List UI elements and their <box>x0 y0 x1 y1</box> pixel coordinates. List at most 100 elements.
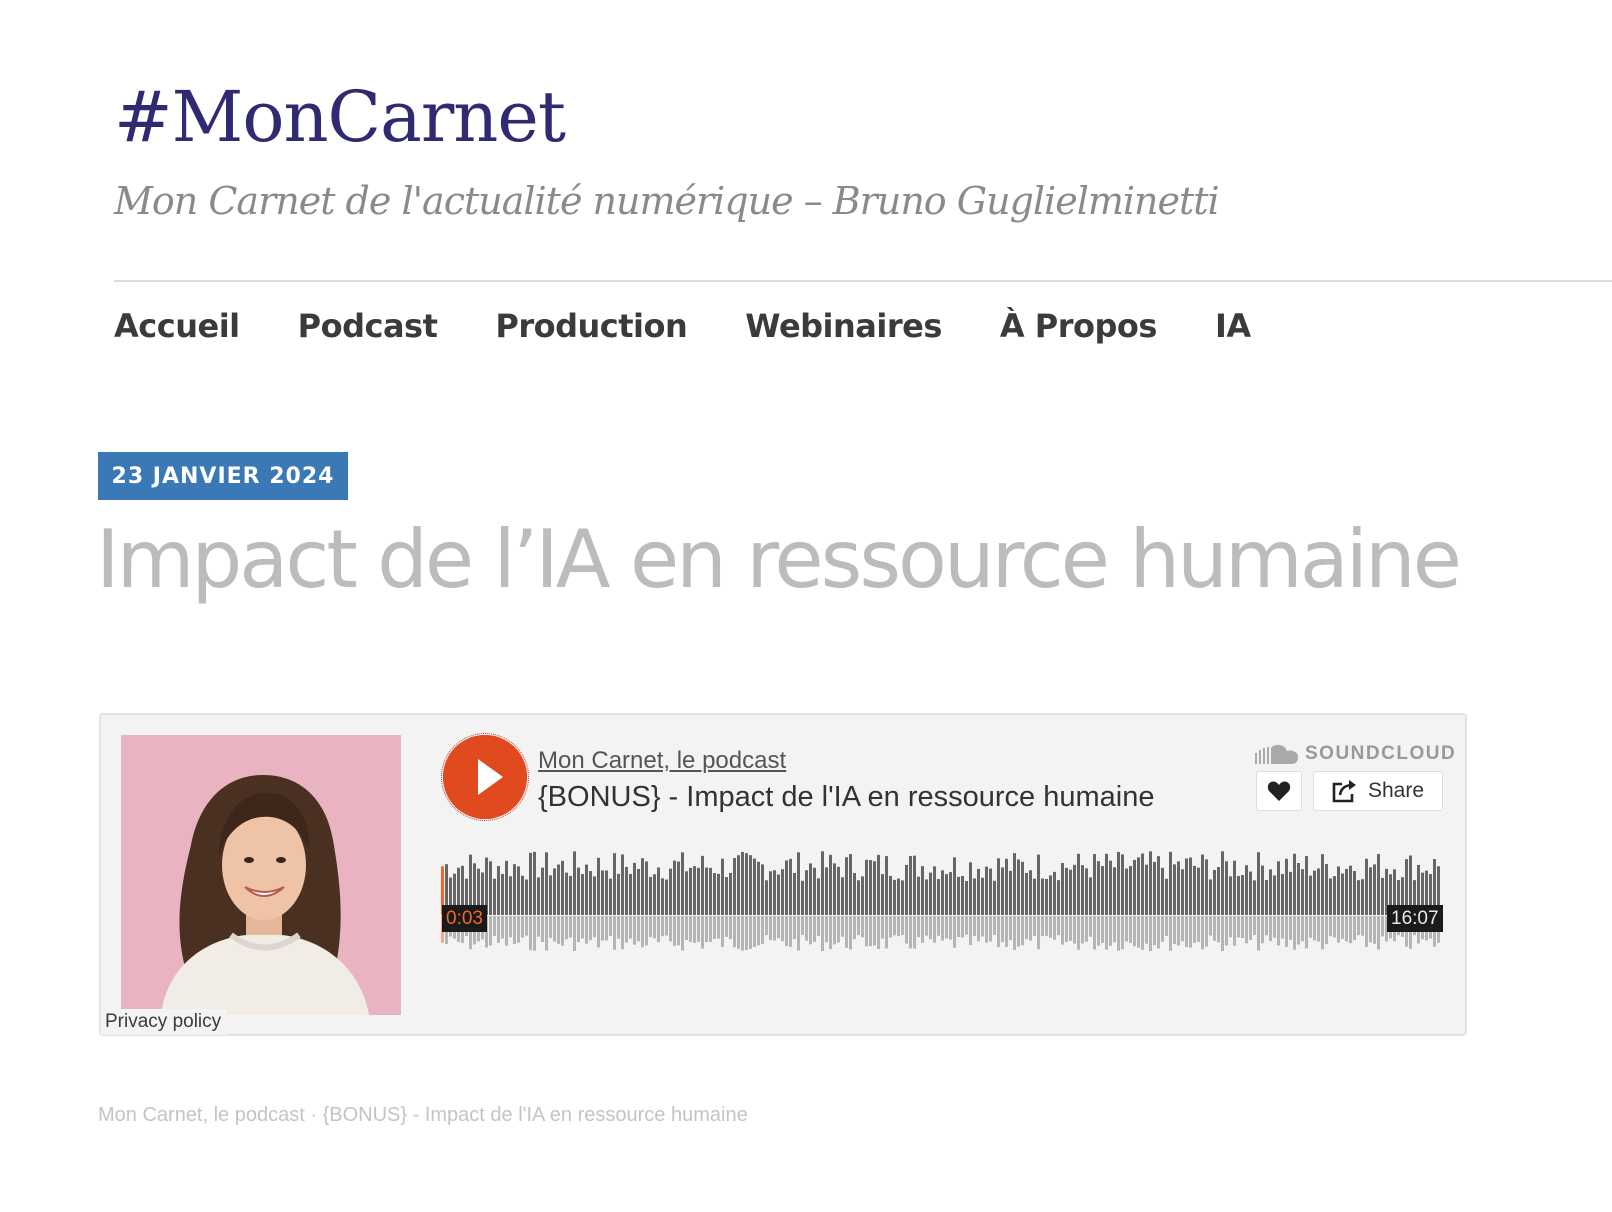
waveform-bar <box>1265 879 1268 915</box>
waveform-bar-reflection <box>1161 916 1164 942</box>
waveform-bar-reflection <box>1045 916 1048 936</box>
waveform-bar-reflection <box>1073 916 1076 944</box>
privacy-policy-link[interactable]: Privacy policy <box>101 1009 228 1035</box>
waveform-bar-reflection <box>1293 916 1296 950</box>
waveform-bar <box>1117 851 1120 915</box>
waveform-bar <box>645 861 648 915</box>
waveform-bar <box>1357 880 1360 915</box>
waveform-bar <box>1305 856 1308 915</box>
waveform-bar-reflection <box>533 916 536 951</box>
share-button[interactable]: Share <box>1313 771 1443 811</box>
waveform-bar-reflection <box>1205 916 1208 947</box>
waveform-bar-reflection <box>1365 916 1368 947</box>
waveform-bar-reflection <box>849 916 852 950</box>
waveform-bar-reflection <box>685 916 688 941</box>
waveform-bar-reflection <box>677 916 680 946</box>
waveform-bar-reflection <box>665 916 668 936</box>
waveform-bar <box>1097 861 1100 915</box>
waveform-bar-reflection <box>649 916 652 937</box>
waveform-bar <box>1009 870 1012 915</box>
site-title[interactable]: #MonCarnet <box>114 72 566 162</box>
nav-item-accueil[interactable]: Accueil <box>114 307 240 345</box>
waveform-bar <box>929 872 932 915</box>
waveform-bar-reflection <box>1333 916 1336 938</box>
waveform-bar <box>1129 866 1132 915</box>
waveform-bar <box>809 863 812 915</box>
waveform-bar-reflection <box>609 916 612 937</box>
waveform-bar <box>837 866 840 915</box>
waveform-bar-reflection <box>1089 916 1092 937</box>
play-button[interactable] <box>441 733 529 821</box>
waveform-bar-reflection <box>777 916 780 939</box>
waveform-bar <box>801 880 804 915</box>
nav-item-a-propos[interactable]: À Propos <box>1000 307 1158 345</box>
waveform-bar-reflection <box>1233 916 1236 946</box>
waveform-bar-reflection <box>781 916 784 942</box>
waveform-bar-reflection <box>557 916 560 944</box>
waveform-bar-reflection <box>1381 916 1384 937</box>
waveform-bar-reflection <box>705 916 708 943</box>
waveform-bar <box>773 870 776 915</box>
waveform-bar <box>1337 866 1340 915</box>
waveform-bar <box>689 867 692 915</box>
waveform-bar <box>713 873 716 915</box>
waveform-bar-reflection <box>953 916 956 948</box>
waveform-bar <box>1301 869 1304 915</box>
waveform-bar-reflection <box>1005 916 1008 947</box>
waveform-bar <box>1353 871 1356 915</box>
site-tagline: Mon Carnet de l'actualité numérique – Br… <box>114 179 1220 223</box>
waveform-bar <box>1317 868 1320 915</box>
waveform-bar-reflection <box>977 916 980 942</box>
waveform-bar <box>553 868 556 915</box>
waveform-bar-reflection <box>1277 916 1280 946</box>
waveform-bar <box>1109 860 1112 915</box>
waveform-bar-reflection <box>737 916 740 949</box>
nav-item-ia[interactable]: IA <box>1215 307 1251 345</box>
waveform-bar-reflection <box>1341 916 1344 939</box>
track-artwork[interactable] <box>121 735 401 1015</box>
waveform-bar-reflection <box>865 916 868 947</box>
waveform-bar-reflection <box>957 916 960 937</box>
artist-link[interactable]: Mon Carnet, le podcast <box>538 747 786 775</box>
nav-item-podcast[interactable]: Podcast <box>298 307 438 345</box>
waveform-bar-reflection <box>1085 916 1088 942</box>
waveform-bar <box>577 867 580 915</box>
embed-caption: Mon Carnet, le podcast · {BONUS} - Impac… <box>98 1104 748 1127</box>
nav-item-production[interactable]: Production <box>495 307 687 345</box>
waveform-bar-reflection <box>1113 916 1116 943</box>
waveform-bar-reflection <box>1321 916 1324 950</box>
waveform-bar-reflection <box>861 916 864 938</box>
waveform-bar-reflection <box>997 916 1000 948</box>
waveform-bar <box>593 876 596 915</box>
waveform-bar-reflection <box>1133 916 1136 947</box>
waveform-bar-reflection <box>1157 916 1160 949</box>
waveform-bar-reflection <box>597 916 600 948</box>
caption-track-link[interactable]: {BONUS} - Impact de l'IA en ressource hu… <box>323 1104 748 1126</box>
nav-item-webinaires[interactable]: Webinaires <box>745 307 942 345</box>
waveform-bar <box>765 880 768 915</box>
waveform-bar-reflection <box>933 916 936 943</box>
waveform-bar <box>621 854 624 915</box>
waveform-bar <box>509 876 512 915</box>
waveform-bar <box>1281 874 1284 915</box>
waveform-bar <box>849 854 852 915</box>
like-button[interactable] <box>1256 771 1302 811</box>
waveform-bar-reflection <box>1309 916 1312 938</box>
waveform-bar <box>709 867 712 915</box>
waveform-bar <box>933 866 936 915</box>
waveform-scrubber[interactable] <box>441 845 1445 965</box>
waveform-bar-reflection <box>517 916 520 943</box>
waveform-bar <box>717 873 720 915</box>
waveform-bar-reflection <box>1013 916 1016 951</box>
waveform-bar-reflection <box>1229 916 1232 938</box>
waveform-bar <box>1217 866 1220 915</box>
waveform-bar <box>669 868 672 915</box>
soundcloud-logo[interactable]: SOUNDCLOUD <box>1255 743 1456 765</box>
track-title[interactable]: {BONUS} - Impact de l'IA en ressource hu… <box>538 781 1154 814</box>
waveform-bar <box>721 858 724 915</box>
caption-artist-link[interactable]: Mon Carnet, le podcast <box>98 1104 305 1126</box>
waveform-bar-reflection <box>1361 916 1364 936</box>
waveform-bar-reflection <box>1125 916 1128 942</box>
waveform-bar <box>625 866 628 915</box>
waveform-bar-reflection <box>1285 916 1288 947</box>
